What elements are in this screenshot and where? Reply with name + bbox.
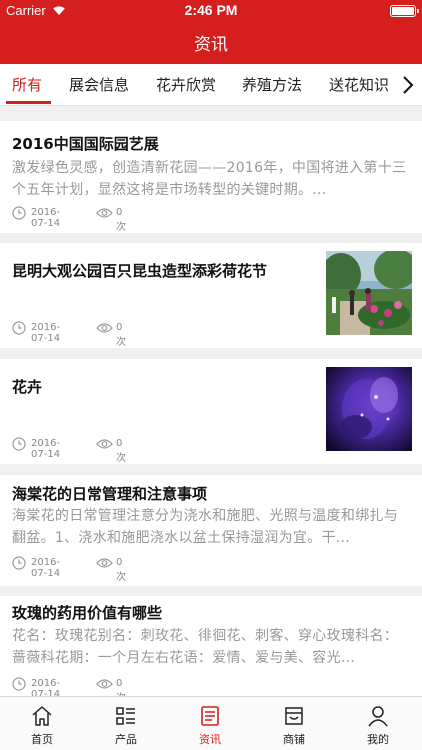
chevron-right-icon [403,76,414,94]
tab-exhibition-info[interactable]: 展会信息 [69,64,129,105]
battery-icon [390,5,419,17]
page-title: 资讯 [194,35,228,55]
tabbar-label: 首页 [31,733,53,746]
clock-icon [12,321,26,335]
status-time: 2:46 PM [184,2,238,18]
view-count: 0次 [116,207,126,233]
news-card[interactable]: 花卉 2016-07-14 0次 [0,359,422,464]
tabbar-label: 商铺 [283,733,305,746]
view-count: 0次 [116,438,126,464]
eye-icon [96,558,113,568]
tabbar-item-shop[interactable]: 商铺 [252,697,336,750]
tab-all[interactable]: 所有 [12,64,42,105]
eye-icon [96,323,113,333]
news-card[interactable]: 昆明大观公园百只昆虫造型添彩荷花节 2016-07-14 0次 [0,243,422,348]
tab-flower-gifting[interactable]: 送花知识 [329,64,389,105]
eye-icon [96,208,113,218]
news-card[interactable]: 2016中国国际园艺展 激发绿色灵感，创造清新花园——2016年，中国将进入第十… [0,121,422,233]
tabs-scroll-next-button[interactable] [396,64,422,105]
clock-icon [12,556,26,570]
clock-icon [12,677,26,691]
tabbar-label: 资讯 [199,733,221,746]
news-feed: 2016中国国际园艺展 激发绿色灵感，创造清新花园——2016年，中国将进入第十… [0,106,422,696]
news-card[interactable]: 玫瑰的药用价值有哪些 花名：玫瑰花别名：刺玫花、徘徊花、刺客、穿心玫瑰科名：蔷薇… [0,596,422,696]
publish-date: 2016-07-14 [31,678,61,696]
view-count: 0次 [116,322,126,348]
status-bar: Carrier 2:46 PM [0,0,422,22]
tabbar-label: 我的 [367,733,389,746]
news-card-title: 玫瑰的药用价值有哪些 [12,604,163,622]
publish-date: 2016-07-14 [31,557,61,579]
home-icon [32,706,52,726]
tabbar-item-profile[interactable]: 我的 [336,697,420,750]
active-tab-indicator [6,101,51,104]
news-card-summary: 花名：玫瑰花别名：刺玫花、徘徊花、刺客、穿心玫瑰科名：蔷薇科花期：一个月左右花语… [12,628,399,666]
park-lotus-festival-thumbnail [326,251,412,335]
eye-icon [96,679,113,689]
tabbar-label: 产品 [115,733,137,746]
view-count: 0次 [116,557,126,583]
clock-icon [12,437,26,451]
news-card-summary: 激发绿色灵感，创造清新花园——2016年，中国将进入第十三个五年计划，显然这将是… [12,160,407,198]
list-icon [116,707,135,725]
shop-icon [285,707,303,725]
news-card-title: 昆明大观公园百只昆虫造型添彩荷花节 [12,262,268,280]
tabbar-item-news[interactable]: 资讯 [168,697,252,750]
tabbar-item-products[interactable]: 产品 [84,697,168,750]
view-count: 0次 [116,678,126,696]
publish-date: 2016-07-14 [31,207,61,229]
news-card[interactable]: 海棠花的日常管理和注意事项 海棠花的日常管理注意分为浇水和施肥、光照与温度和绑扎… [0,475,422,586]
publish-date: 2016-07-14 [31,322,61,344]
category-tabs: 所有 展会信息 花卉欣赏 养殖方法 送花知识 [0,64,422,106]
tab-cultivation-methods[interactable]: 养殖方法 [242,64,302,105]
eye-icon [96,439,113,449]
news-card-summary: 海棠花的日常管理注意分为浇水和施肥、光照与温度和绑扎与翻盆。1、浇水和施肥浇水以… [12,508,399,546]
news-icon [201,706,219,726]
profile-icon [368,706,388,727]
news-card-title: 花卉 [12,378,43,396]
publish-date: 2016-07-14 [31,438,61,460]
tab-flower-appreciation[interactable]: 花卉欣赏 [156,64,216,105]
flower-thumbnail [326,367,412,451]
app-header: Carrier 2:46 PM 资讯 [0,0,422,64]
news-card-title: 海棠花的日常管理和注意事项 [12,485,208,503]
news-card-title: 2016中国国际园艺展 [12,135,159,153]
bottom-tab-bar: 首页 产品 资讯 商铺 我的 [0,696,422,750]
tabbar-item-home[interactable]: 首页 [0,697,84,750]
clock-icon [12,206,26,220]
